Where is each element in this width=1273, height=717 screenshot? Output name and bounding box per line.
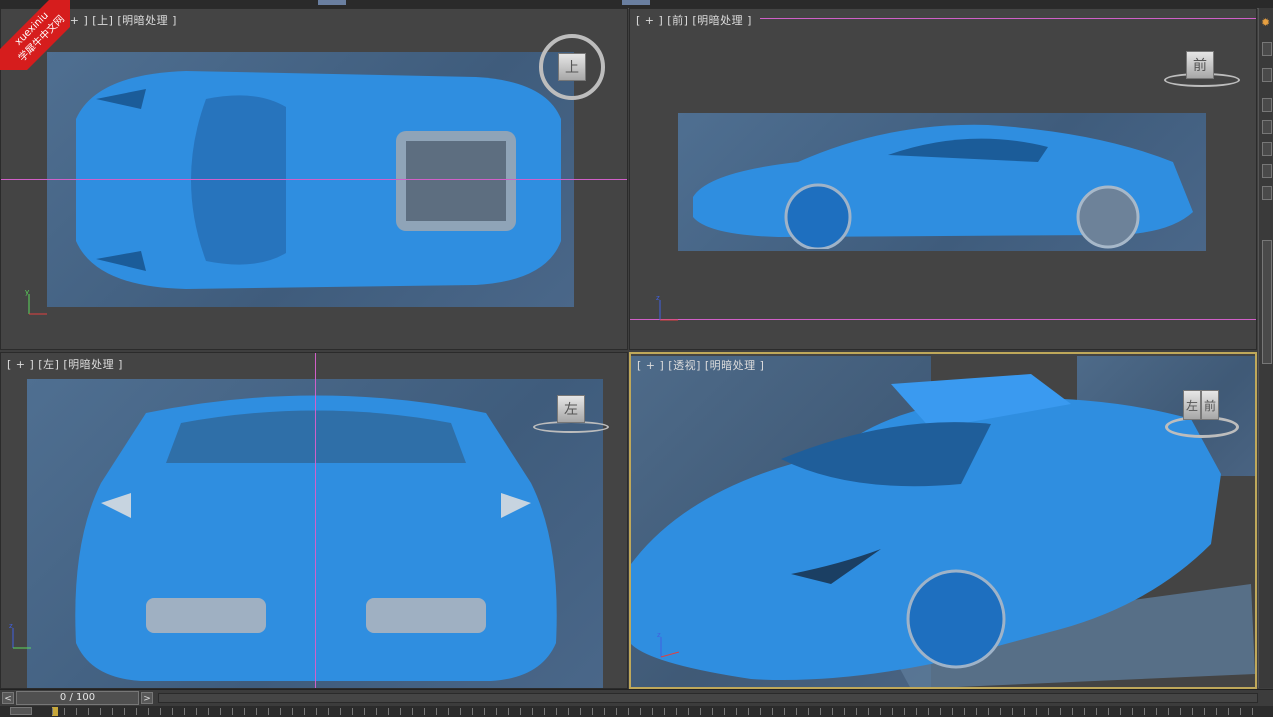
sun-icon[interactable]: ✹ xyxy=(1261,16,1270,29)
watermark-logo: xuexiniu 学犀牛中文网 xyxy=(0,0,70,70)
time-slider[interactable]: 0 / 100 xyxy=(16,691,139,705)
axis-z-label: z xyxy=(657,632,661,639)
panel-button[interactable] xyxy=(1262,164,1272,178)
frame-ruler xyxy=(52,708,1262,715)
viewcube-face[interactable]: 前 xyxy=(1186,51,1214,79)
time-slider-bar: < 0 / 100 > xyxy=(0,689,1273,707)
axis-tripod: z xyxy=(656,295,678,321)
timeline-next-button[interactable]: > xyxy=(141,692,153,704)
axis-y-label: y xyxy=(25,289,29,296)
axis-z-label: z xyxy=(656,295,660,302)
toolbar-tab[interactable] xyxy=(318,0,346,5)
axis-z-label: z xyxy=(9,623,13,630)
panel-button[interactable] xyxy=(1262,142,1272,156)
panel-button[interactable] xyxy=(1262,42,1272,56)
viewport-label[interactable]: [ + ] [左] [明暗处理 ] xyxy=(7,356,123,372)
car-perspective-view xyxy=(631,374,1255,687)
panel-button[interactable] xyxy=(1262,68,1272,82)
timeline-prev-button[interactable]: < xyxy=(2,692,14,704)
viewcube-top[interactable]: 上 xyxy=(539,34,605,100)
viewcube-face-left[interactable]: 左 xyxy=(1183,390,1201,420)
timeline-track[interactable] xyxy=(158,693,1258,703)
viewport-label[interactable]: [ + ] [透视] [明暗处理 ] xyxy=(637,357,764,373)
viewcube-left[interactable]: 左 xyxy=(533,393,609,433)
axis-tripod: z xyxy=(9,623,31,649)
panel-button[interactable] xyxy=(1262,186,1272,200)
viewcube-front[interactable]: 前 xyxy=(1164,49,1240,89)
car-top-view xyxy=(76,71,561,289)
viewcube-face[interactable]: 上 xyxy=(558,53,586,81)
command-panel[interactable]: ✹ xyxy=(1258,8,1273,688)
axis-tripod: z xyxy=(657,632,680,658)
viewport-label[interactable]: [ + ] [前] [明暗处理 ] xyxy=(636,12,752,28)
track-bar[interactable] xyxy=(0,706,1273,717)
viewport-label[interactable]: [ + ] [上] [明暗处理 ] xyxy=(61,12,177,28)
track-bar-toggle[interactable] xyxy=(10,707,32,715)
viewport-left[interactable]: [ + ] [左] [明暗处理 ] z 左 xyxy=(0,352,628,689)
toolbar-tab[interactable] xyxy=(622,0,650,5)
panel-list[interactable] xyxy=(1262,240,1272,364)
viewcube-perspective[interactable]: 左 前 xyxy=(1165,386,1241,442)
car-rear-view xyxy=(75,395,557,681)
panel-button[interactable] xyxy=(1262,98,1272,112)
viewport-front[interactable]: [ + ] [前] [明暗处理 ] z 前 xyxy=(629,8,1257,350)
car-side-view xyxy=(693,124,1193,249)
viewport-perspective[interactable]: [ + ] [透视] [明暗处理 ] 左 前 z xyxy=(629,352,1257,689)
viewcube-face-front[interactable]: 前 xyxy=(1201,390,1219,420)
axis-tripod: y xyxy=(25,289,47,315)
panel-button[interactable] xyxy=(1262,120,1272,134)
viewcube-face[interactable]: 左 xyxy=(557,395,585,423)
viewport-top[interactable]: [ + ] [上] [明暗处理 ] y 上 xyxy=(0,8,628,350)
